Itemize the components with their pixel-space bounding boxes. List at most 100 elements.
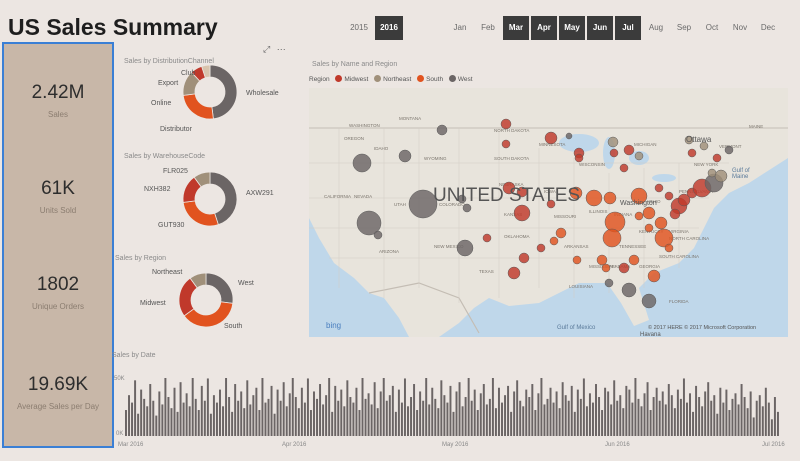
- date-bar[interactable]: [519, 400, 522, 436]
- date-bar[interactable]: [382, 378, 385, 436]
- date-bar[interactable]: [540, 378, 543, 436]
- legend-midwest[interactable]: Midwest: [344, 76, 368, 83]
- date-bar[interactable]: [761, 406, 764, 436]
- month-aug[interactable]: Aug: [643, 16, 669, 40]
- date-bar[interactable]: [676, 389, 679, 436]
- date-bar[interactable]: [670, 395, 673, 436]
- date-bar[interactable]: [294, 397, 297, 436]
- date-bar[interactable]: [203, 400, 206, 436]
- map-bubble[interactable]: [500, 118, 512, 130]
- map-bubble[interactable]: [482, 233, 492, 243]
- date-bar[interactable]: [197, 410, 200, 436]
- date-bar[interactable]: [655, 387, 658, 436]
- date-bar[interactable]: [443, 395, 446, 436]
- date-bar[interactable]: [473, 389, 476, 436]
- date-bar[interactable]: [249, 404, 252, 436]
- date-bar[interactable]: [200, 385, 203, 436]
- date-bar[interactable]: [628, 389, 631, 436]
- date-bar[interactable]: [537, 393, 540, 436]
- more-options-icon[interactable]: ⋯: [277, 44, 286, 54]
- year-2016[interactable]: 2016: [375, 16, 403, 40]
- map-bubble[interactable]: [654, 216, 668, 230]
- map-bubble[interactable]: [574, 153, 584, 163]
- map-bubble[interactable]: [687, 148, 697, 158]
- date-bar[interactable]: [391, 385, 394, 436]
- date-bar[interactable]: [689, 393, 691, 436]
- date-bar[interactable]: [228, 397, 231, 436]
- date-bar[interactable]: [494, 408, 497, 436]
- date-bar[interactable]: [219, 389, 221, 436]
- map-bubble[interactable]: [604, 278, 614, 288]
- date-bar[interactable]: [746, 408, 749, 436]
- date-bar[interactable]: [634, 378, 637, 436]
- date-bar[interactable]: [773, 397, 776, 436]
- date-bar[interactable]: [546, 398, 549, 436]
- date-bar[interactable]: [173, 387, 176, 436]
- date-bar[interactable]: [388, 395, 391, 436]
- date-bar[interactable]: [461, 406, 464, 436]
- month-sep[interactable]: Sep: [671, 16, 697, 40]
- map-bubble[interactable]: [601, 263, 611, 273]
- date-bar[interactable]: [285, 406, 288, 436]
- date-bar[interactable]: [258, 410, 261, 436]
- date-bar[interactable]: [679, 398, 682, 436]
- date-bar[interactable]: [276, 389, 279, 436]
- date-bar[interactable]: [595, 384, 597, 436]
- month-dec[interactable]: Dec: [755, 16, 781, 40]
- date-bar[interactable]: [598, 397, 601, 436]
- date-bar[interactable]: [479, 393, 482, 436]
- date-bar[interactable]: [158, 391, 161, 436]
- date-bar[interactable]: [528, 397, 531, 436]
- map-bubble[interactable]: [642, 206, 656, 220]
- date-bar[interactable]: [573, 411, 576, 436]
- date-bar[interactable]: [170, 408, 173, 436]
- date-bar[interactable]: [664, 404, 667, 436]
- map-bubble[interactable]: [618, 262, 630, 274]
- date-bar[interactable]: [740, 384, 743, 436]
- month-mar[interactable]: Mar: [503, 16, 529, 40]
- date-bar[interactable]: [570, 385, 573, 436]
- map-bubble[interactable]: [373, 230, 383, 240]
- date-bar[interactable]: [325, 395, 328, 436]
- date-bar[interactable]: [143, 398, 146, 436]
- date-bar[interactable]: [188, 406, 191, 436]
- date-bar[interactable]: [558, 408, 561, 436]
- date-bar[interactable]: [161, 404, 164, 436]
- date-bar[interactable]: [343, 406, 346, 436]
- map-bubble[interactable]: [456, 239, 474, 257]
- date-bar[interactable]: [140, 389, 143, 436]
- date-bar[interactable]: [440, 380, 443, 436]
- map-bubble[interactable]: [714, 169, 728, 183]
- date-bar[interactable]: [722, 402, 725, 436]
- date-bar[interactable]: [504, 395, 507, 436]
- date-bar[interactable]: [464, 397, 467, 436]
- date-bar[interactable]: [364, 398, 367, 436]
- map-bubble[interactable]: [565, 132, 573, 140]
- month-nov[interactable]: Nov: [727, 16, 753, 40]
- date-bar[interactable]: [576, 389, 579, 436]
- date-bar[interactable]: [522, 406, 525, 436]
- focus-mode-icon[interactable]: ⤢: [263, 44, 270, 54]
- donut-slice-distributor[interactable]: [182, 93, 214, 120]
- map-bubble[interactable]: [572, 255, 582, 265]
- kpi-unique-orders[interactable]: 1802 Unique Orders: [4, 274, 112, 311]
- date-bar[interactable]: [488, 398, 491, 436]
- date-bar[interactable]: [394, 411, 397, 436]
- date-bar[interactable]: [373, 382, 376, 436]
- date-bar[interactable]: [686, 402, 688, 436]
- map-bubble[interactable]: [585, 189, 603, 207]
- date-bar[interactable]: [776, 411, 779, 436]
- map-bubble[interactable]: [707, 168, 717, 178]
- donut-warehouse-chart[interactable]: [180, 169, 240, 229]
- date-bar[interactable]: [731, 398, 734, 436]
- map-bubble[interactable]: [664, 191, 674, 201]
- date-bar[interactable]: [510, 411, 513, 436]
- date-bar[interactable]: [149, 384, 152, 436]
- date-bar[interactable]: [313, 391, 315, 436]
- date-bar[interactable]: [604, 387, 607, 436]
- date-bar[interactable]: [212, 395, 215, 436]
- date-bar[interactable]: [385, 400, 388, 436]
- date-bar[interactable]: [128, 395, 130, 436]
- map-bubble[interactable]: [724, 145, 734, 155]
- date-bar[interactable]: [328, 378, 331, 436]
